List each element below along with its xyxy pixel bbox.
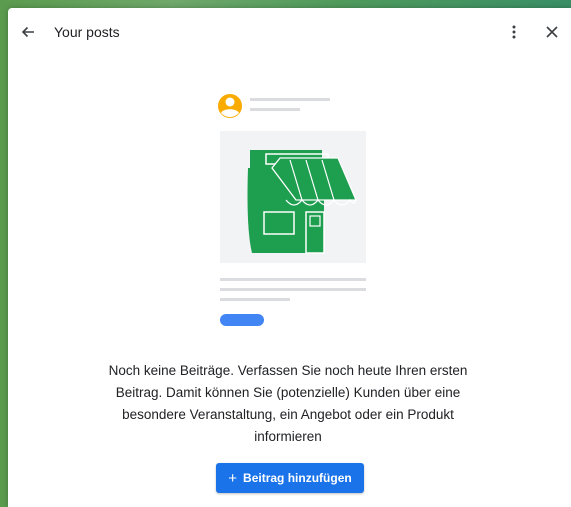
arrow-left-icon (21, 26, 34, 38)
more-vert-icon (512, 25, 516, 39)
close-icon (546, 26, 558, 38)
plus-icon: + (228, 469, 238, 487)
back-button[interactable] (16, 20, 40, 44)
posts-dialog: Your posts Noch keine Beiträge. Verfasse… (8, 8, 571, 507)
add-post-button[interactable]: + Beitrag hinzufügen (216, 463, 364, 493)
empty-state-message: Noch keine Beiträge. Verfassen Sie noch … (108, 363, 468, 444)
add-post-label: Beitrag hinzufügen (243, 471, 352, 485)
close-button[interactable] (540, 20, 564, 44)
more-options-button[interactable] (502, 20, 526, 44)
empty-posts-illustration (218, 94, 366, 326)
dialog-header: Your posts (8, 8, 571, 58)
page-title: Your posts (54, 24, 120, 40)
